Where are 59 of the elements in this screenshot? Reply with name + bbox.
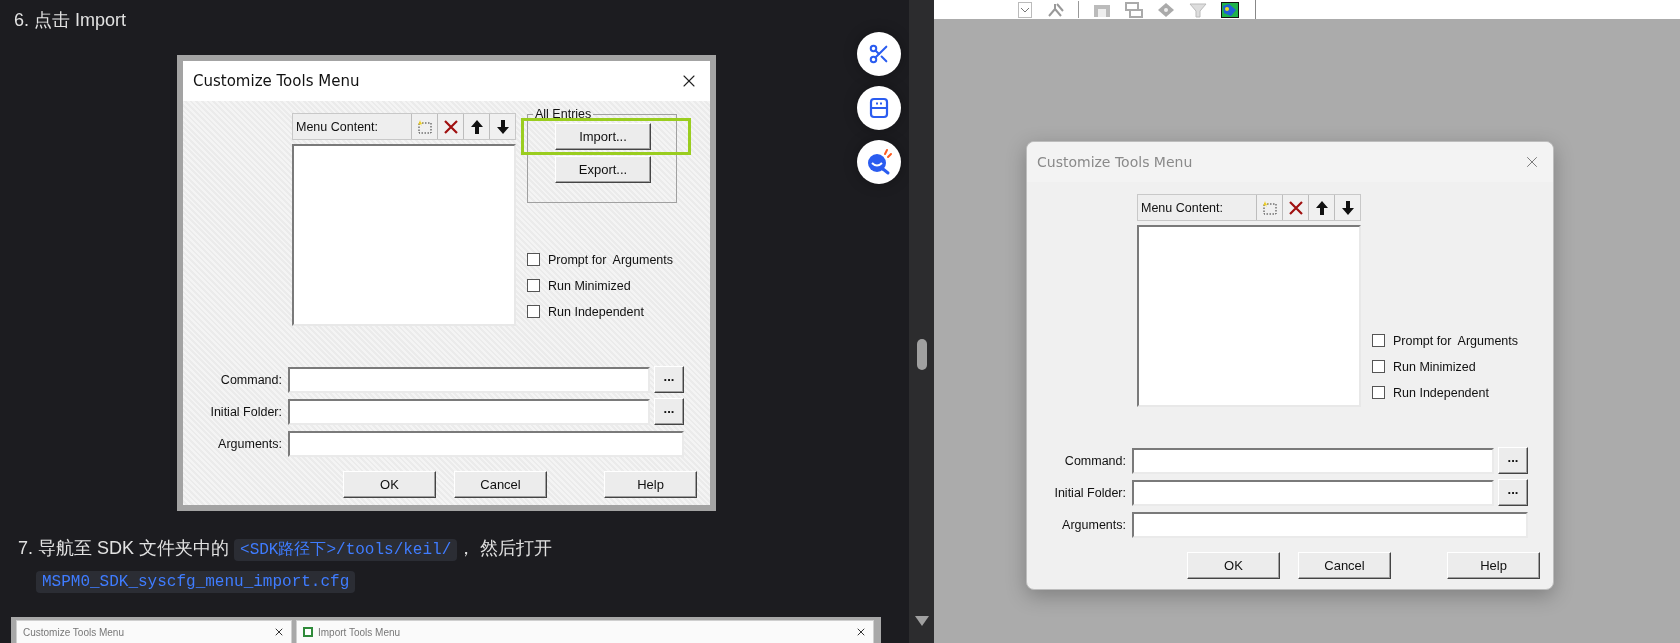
scissors-icon (868, 43, 890, 65)
close-icon (855, 626, 867, 638)
dialog-button[interactable]: Export... (555, 156, 651, 183)
checkbox[interactable] (527, 253, 540, 266)
checkbox[interactable] (527, 279, 540, 292)
input-field[interactable] (1132, 447, 1494, 474)
checkbox[interactable] (527, 305, 540, 318)
menu-content-label: Menu Content: (295, 118, 379, 136)
app-icon (303, 627, 313, 637)
dialog-button[interactable]: Help (604, 471, 697, 498)
floating-button[interactable] (857, 86, 901, 130)
panel-icon (868, 96, 890, 120)
field-label: Command: (219, 372, 283, 387)
map-icon[interactable] (1221, 1, 1239, 18)
browse-button[interactable]: ... (1498, 447, 1528, 474)
scroll-down-icon[interactable] (914, 615, 930, 627)
dialog-button[interactable]: Cancel (1298, 552, 1391, 579)
checkbox-label: Run Minimized (1393, 359, 1476, 374)
field-label: Arguments: (217, 436, 283, 451)
menu-content-label: Menu Content: (1140, 199, 1224, 217)
checkbox-label: Run Minimized (548, 278, 631, 293)
group-label: All Entries (534, 107, 593, 121)
input-field[interactable] (288, 366, 650, 393)
step-text: 6. 点击 Import (14, 9, 128, 32)
checkbox[interactable] (1372, 386, 1385, 399)
checkbox[interactable] (1372, 334, 1385, 347)
scrollbar-thumb[interactable] (917, 339, 927, 370)
floating-button[interactable] (857, 32, 901, 76)
step-text: 7. 导航至 SDK 文件夹中的 <SDK路径下>/tools/keil/ ， 然后打开 MSPM0_SDK_syscfg_menu_import.cfg (17, 537, 554, 595)
browse-button[interactable]: ... (654, 366, 684, 393)
dialog-button[interactable]: OK (1187, 552, 1280, 579)
dialog-button[interactable]: Import... (555, 123, 651, 150)
dialog-button[interactable]: Help (1447, 552, 1540, 579)
field-label: Initial Folder: (1053, 485, 1127, 500)
checkbox-label: Prompt for Arguments (1393, 333, 1519, 348)
field-label: Arguments: (1061, 517, 1127, 532)
input-field[interactable] (288, 398, 650, 425)
field-label: Command: (1063, 453, 1127, 468)
dialog-title: Customize Tools Menu (193, 72, 360, 90)
window-title: Import Tools Menu (318, 626, 402, 638)
dialog-button[interactable]: OK (343, 471, 436, 498)
dialog-title: Customize Tools Menu (1037, 154, 1193, 170)
input-field[interactable] (288, 430, 684, 457)
checkbox[interactable] (1372, 360, 1385, 373)
window-title: Customize Tools Menu (23, 626, 125, 638)
hierarchy-icon[interactable] (1046, 1, 1064, 18)
floating-button[interactable] (857, 140, 901, 184)
checkbox-label: Run Independent (1393, 385, 1489, 400)
chat-search-icon (865, 148, 893, 176)
field-label: Initial Folder: (209, 404, 283, 419)
checkbox-label: Prompt for Arguments (548, 252, 674, 267)
browse-button[interactable]: ... (654, 398, 684, 425)
browse-button[interactable]: ... (1498, 479, 1528, 506)
input-field[interactable] (1132, 479, 1494, 506)
dropdown-icon[interactable] (1018, 1, 1032, 18)
dialog-button[interactable]: Cancel (454, 471, 547, 498)
input-field[interactable] (1132, 511, 1528, 538)
checkbox-label: Run Independent (548, 304, 644, 319)
close-icon (273, 626, 285, 638)
